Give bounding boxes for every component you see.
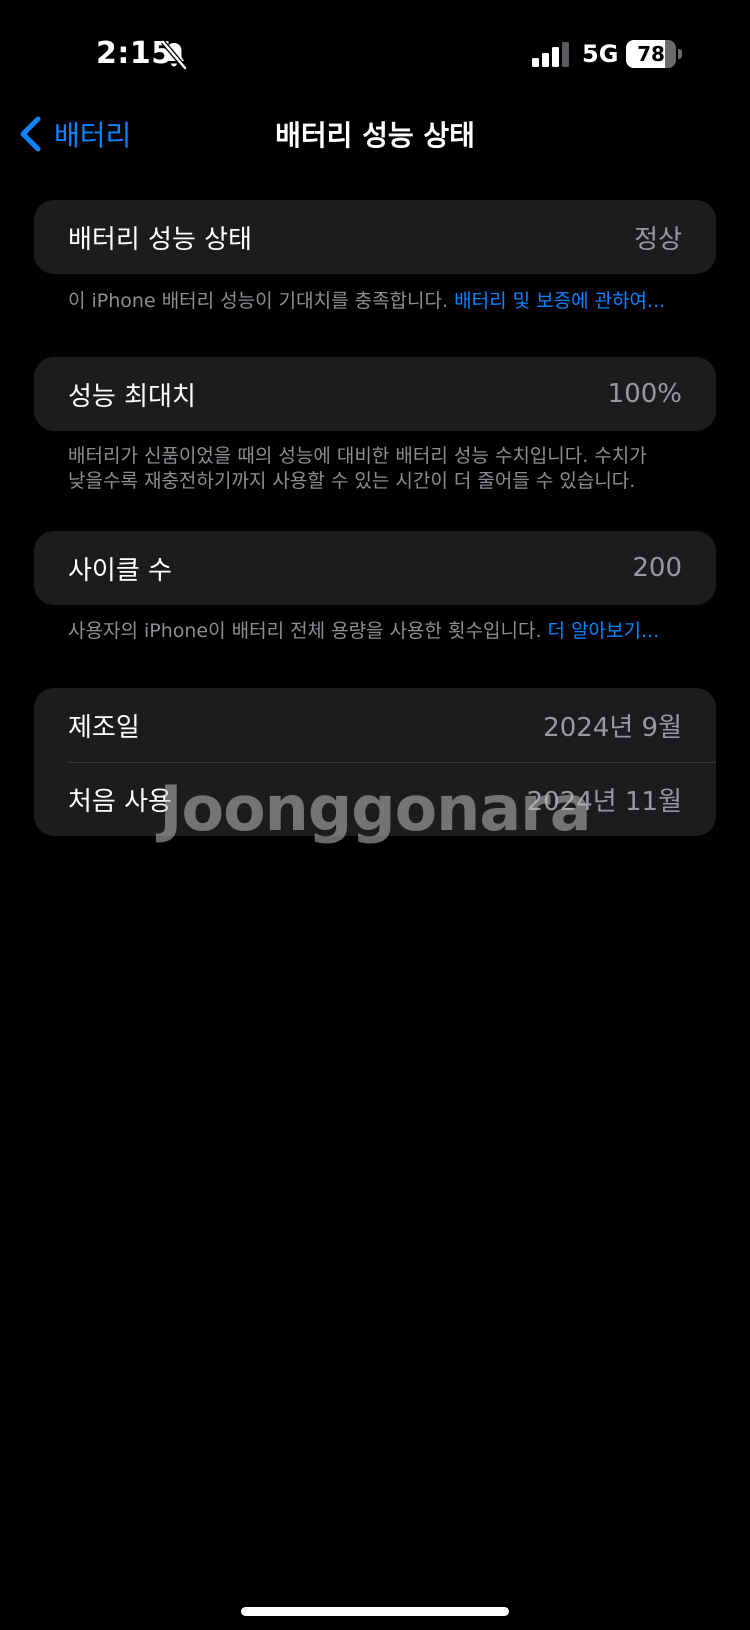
- learn-more-link[interactable]: 더 알아보기...: [548, 620, 660, 642]
- status-bar: 2:15 5G 78: [0, 0, 750, 100]
- battery-health-footnote-text: 이 iPhone 배터리 성능이 기대치를 충족합니다.: [68, 290, 449, 312]
- manufacture-date-row: 제조일 2024년 9월: [34, 688, 716, 762]
- dates-group: 제조일 2024년 9월 처음 사용 2024년 11월: [34, 688, 716, 836]
- battery-health-label: 배터리 성능 상태: [68, 224, 252, 255]
- cycle-count-row: 사이클 수 200: [34, 531, 716, 605]
- page-title: 배터리 성능 상태: [275, 119, 475, 152]
- health-group: 배터리 성능 상태 정상: [34, 200, 716, 274]
- row-divider: [68, 762, 716, 763]
- navigation-bar: 배터리 배터리 성능 상태: [0, 100, 750, 170]
- network-label: 5G: [582, 40, 619, 68]
- cycle-count-footnote: 사용자의 iPhone이 배터리 전체 용량을 사용한 횟수입니다. 더 알아보…: [68, 619, 688, 644]
- battery-health-value: 정상: [634, 224, 682, 255]
- bell-slash-icon: [161, 40, 187, 70]
- maximum-capacity-footnote-line1: 배터리가 신품이었을 때의 성능에 대비한 배터리 성능 수치입니다. 수치가: [68, 445, 647, 467]
- home-indicator[interactable]: [241, 1607, 509, 1616]
- battery-warranty-link[interactable]: 배터리 및 보증에 관하여...: [454, 290, 665, 312]
- maximum-capacity-value: 100%: [607, 379, 682, 409]
- battery-health-footnote: 이 iPhone 배터리 성능이 기대치를 충족합니다. 배터리 및 보증에 관…: [68, 289, 688, 314]
- signal-icon: [532, 42, 569, 67]
- battery-icon: 78: [626, 40, 682, 68]
- maximum-capacity-footnote-line2: 낮을수록 재충전하기까지 사용할 수 있는 시간이 더 줄어들 수 있습니다.: [68, 470, 636, 492]
- first-use-value: 2024년 11월: [526, 786, 682, 817]
- maximum-capacity-label: 성능 최대치: [68, 381, 196, 412]
- battery-health-row: 배터리 성능 상태 정상: [34, 200, 716, 274]
- maximum-capacity-footnote: 배터리가 신품이었을 때의 성능에 대비한 배터리 성능 수치입니다. 수치가 …: [68, 444, 688, 494]
- maximum-capacity-row: 성능 최대치 100%: [34, 357, 716, 431]
- first-use-label: 처음 사용: [68, 786, 172, 817]
- cycle-count-value: 200: [632, 553, 682, 583]
- capacity-group: 성능 최대치 100%: [34, 357, 716, 431]
- cycles-group: 사이클 수 200: [34, 531, 716, 605]
- first-use-row: 처음 사용 2024년 11월: [34, 762, 716, 836]
- manufacture-date-label: 제조일: [68, 712, 140, 743]
- cycle-count-label: 사이클 수: [68, 555, 172, 586]
- battery-level-text: 78: [637, 42, 665, 66]
- manufacture-date-value: 2024년 9월: [543, 712, 682, 743]
- cycle-count-footnote-text: 사용자의 iPhone이 배터리 전체 용량을 사용한 횟수입니다.: [68, 620, 542, 642]
